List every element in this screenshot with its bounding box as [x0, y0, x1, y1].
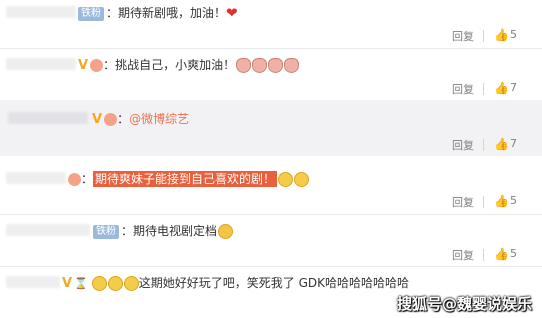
- comment-actions: 回复 👍 5: [452, 28, 542, 44]
- fan-badge: 铁粉: [78, 6, 104, 21]
- like-count: 7: [510, 137, 517, 150]
- like-count: 5: [510, 28, 517, 41]
- pig-emoji-icon: [284, 58, 300, 73]
- comment-actions: 回复 👍 7: [452, 81, 542, 97]
- username-blurred: [6, 6, 76, 18]
- vip-icon: V: [78, 58, 89, 73]
- reply-button[interactable]: 回复: [452, 81, 474, 97]
- pig-emoji-icon: [268, 58, 284, 73]
- comment-1: 铁粉 ：期待新剧哦，加油！❤: [78, 4, 238, 22]
- heart-icon: ❤: [226, 5, 238, 22]
- reply-button[interactable]: 回复: [452, 194, 474, 210]
- comment-actions: 回复 👍 7: [452, 137, 542, 153]
- username-blurred: [6, 224, 90, 236]
- like-count: 7: [510, 81, 517, 94]
- divider: [483, 83, 484, 95]
- thumb-up-icon[interactable]: 👍: [494, 247, 509, 261]
- grin-emoji-icon: [294, 172, 310, 187]
- member-icon: [90, 59, 104, 72]
- vip-icon: V: [62, 276, 73, 291]
- fan-badge: 铁粉: [93, 224, 119, 239]
- comment-actions: 回复 👍 5: [452, 247, 542, 263]
- reply-button[interactable]: 回复: [452, 137, 474, 153]
- divider: [483, 249, 484, 261]
- divider: [483, 30, 484, 42]
- thumb-up-icon[interactable]: 👍: [494, 137, 509, 151]
- like-count: 5: [510, 247, 517, 260]
- username-blurred: [6, 172, 66, 184]
- mention-link[interactable]: @微博综艺: [129, 112, 189, 126]
- comment-text: ：期待电视剧定档: [121, 224, 218, 238]
- pig-emoji-icon: [236, 58, 252, 73]
- divider: [483, 139, 484, 151]
- username-blurred: [8, 112, 88, 124]
- divider: [0, 48, 542, 49]
- divider: [0, 266, 542, 267]
- comment-5: 铁粉 ：期待电视剧定档: [93, 222, 234, 240]
- highlighted-comment-text: 期待爽妹子能接到自己喜欢的剧！: [93, 171, 278, 187]
- divider: [0, 214, 542, 215]
- comment-actions: 回复 👍 5: [452, 194, 542, 210]
- comment-text: 这期她好好玩了吧，笑死我了 GDK哈哈哈哈哈哈哈: [138, 276, 409, 290]
- comment-6: V ⌛ 这期她好好玩了吧，笑死我了 GDK哈哈哈哈哈哈哈: [62, 274, 409, 292]
- surprised-emoji-icon: [218, 224, 234, 239]
- comment-text: ：挑战自己，小爽加油！: [103, 58, 236, 72]
- thumb-up-icon[interactable]: 👍: [494, 28, 509, 42]
- vip-icon: V: [92, 112, 103, 127]
- thumb-up-icon[interactable]: 👍: [494, 81, 509, 95]
- username-blurred: [6, 58, 76, 70]
- laugh-emoji-icon: [123, 276, 139, 291]
- hourglass-icon: ⌛: [74, 276, 88, 290]
- laugh-emoji-icon: [91, 276, 107, 291]
- username-blurred: [6, 276, 60, 288]
- like-count: 5: [510, 194, 517, 207]
- member-icon: [104, 113, 118, 126]
- thumb-up-icon[interactable]: 👍: [494, 194, 509, 208]
- comment-4: ：期待爽妹子能接到自己喜欢的剧！: [68, 170, 310, 188]
- reply-button[interactable]: 回复: [452, 28, 474, 44]
- member-icon: [68, 173, 81, 186]
- pig-emoji-icon: [252, 58, 268, 73]
- divider: [483, 196, 484, 208]
- comment-3: V ：@微博综艺: [92, 112, 190, 127]
- grin-emoji-icon: [278, 172, 294, 187]
- watermark: 搜狐号@魏婴说娱乐: [396, 295, 532, 313]
- comment-text: ：期待新剧哦，加油！: [106, 6, 227, 20]
- laugh-emoji-icon: [107, 276, 123, 291]
- reply-button[interactable]: 回复: [452, 247, 474, 263]
- comment-2: V ：挑战自己，小爽加油！: [78, 56, 300, 74]
